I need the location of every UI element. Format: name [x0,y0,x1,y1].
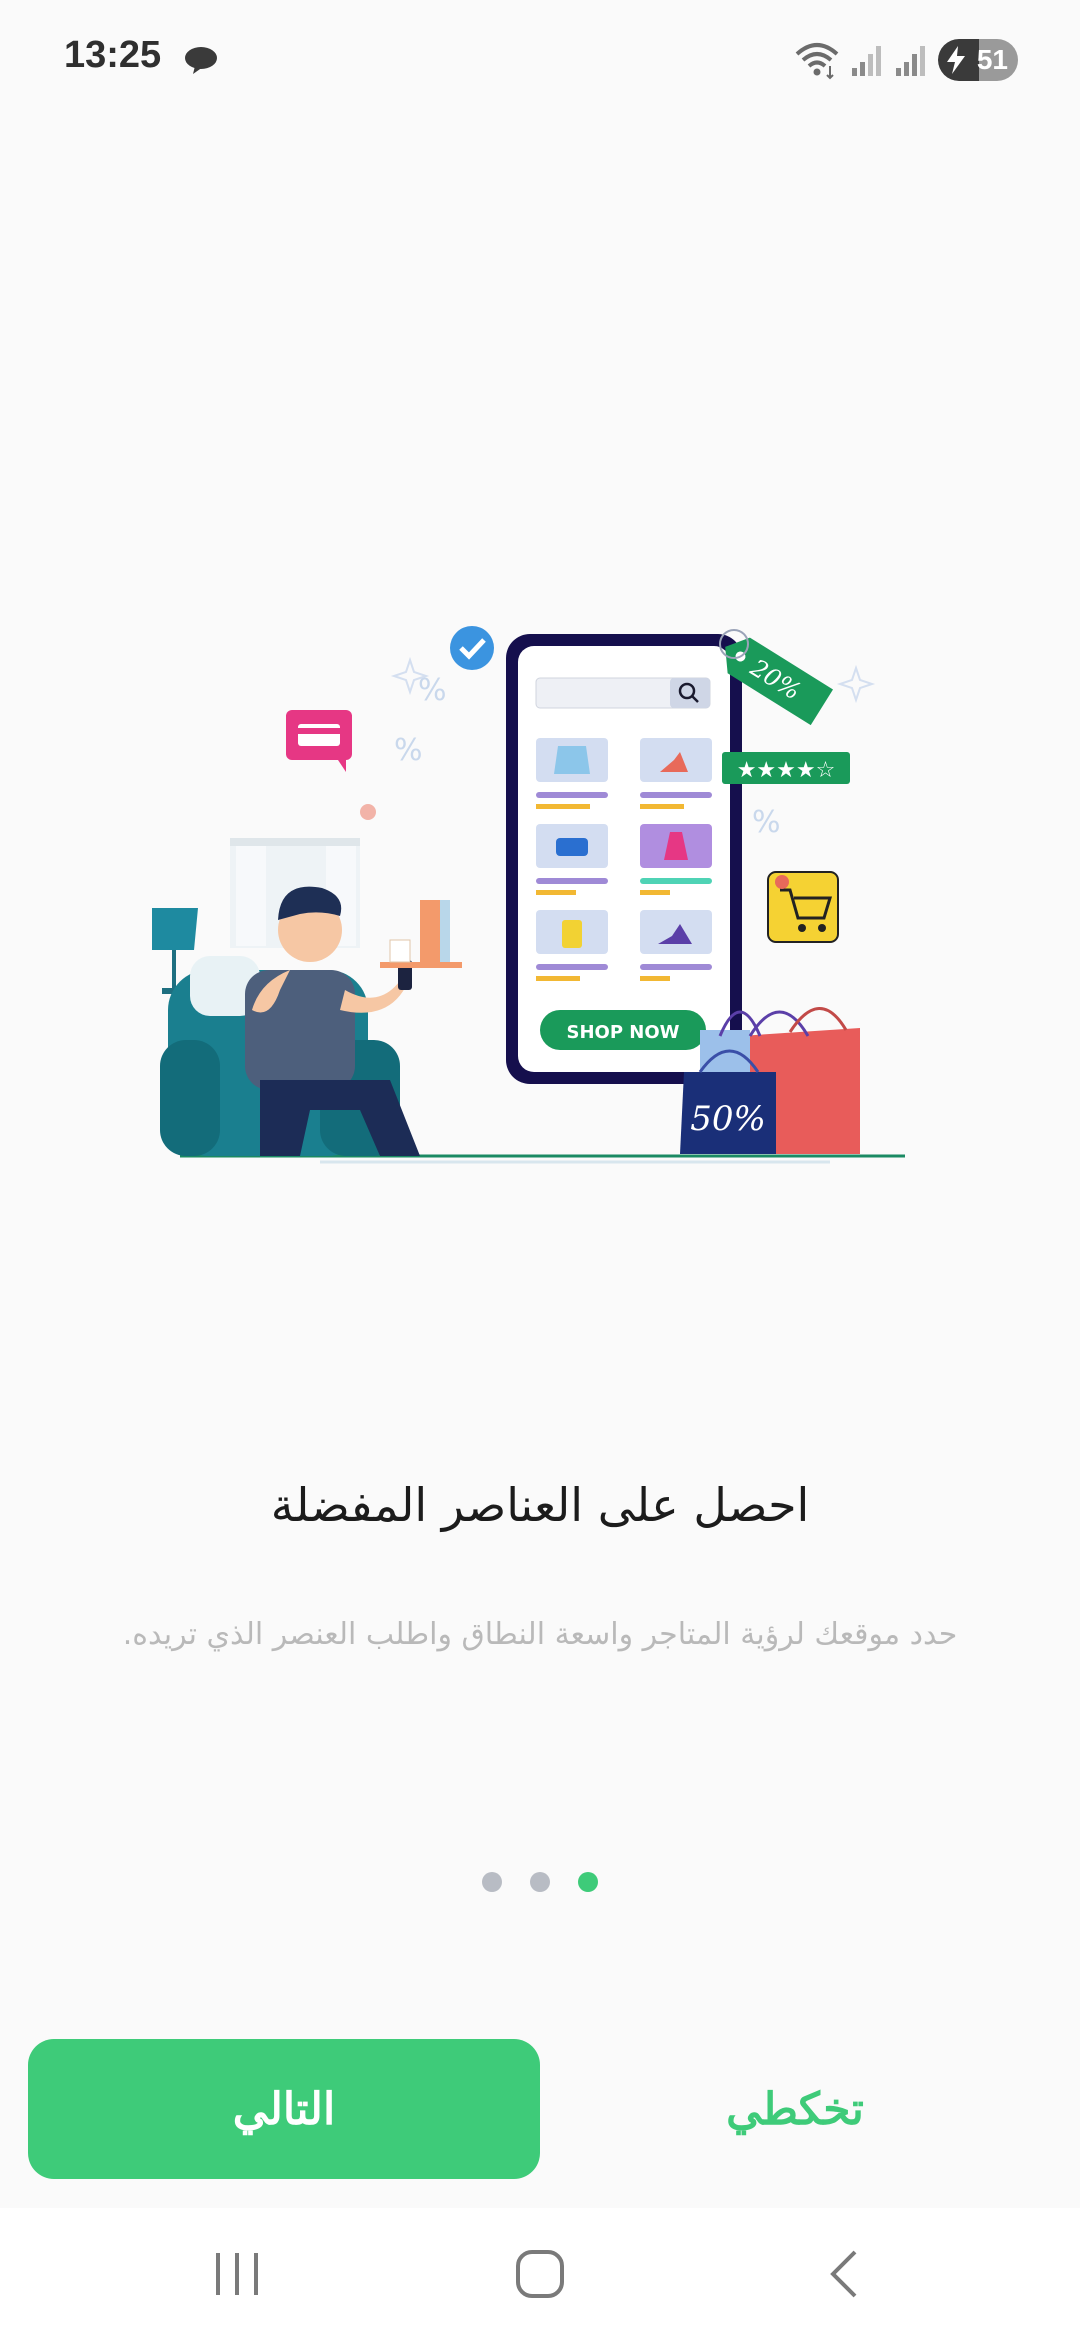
onboarding-description: حدد موقعك لرؤية المتاجر واسعة النطاق واط… [122,1617,958,1652]
signal-icon [896,46,925,76]
page-indicator [0,1872,1080,1892]
onboarding-title: احصل على العناصر المفضلة [270,1478,810,1532]
status-time: 13:25 [64,34,162,76]
battery-charging-icon [947,46,965,74]
back-button[interactable] [763,2208,923,2340]
status-bar: 13:25 51 [0,0,1080,120]
battery-indicator: 51 [938,39,1018,81]
recent-apps-icon [216,2253,258,2295]
home-button[interactable] [460,2208,620,2340]
svg-text:★★★★☆: ★★★★☆ [737,758,836,783]
system-nav-bar [0,2208,1080,2340]
chat-bubble-icon [185,47,217,74]
status-icons: 51 [794,38,1018,82]
back-icon [830,2250,857,2298]
lamp [152,908,198,950]
svg-text:%: % [394,733,423,768]
person [245,970,355,1090]
battery-level: 51 [976,44,1008,75]
skip-button[interactable]: تخكطي [640,2039,950,2179]
onboarding-illustration: % % % SHOP NOW 20% ★★★★☆ 50% [152,626,905,1164]
check-badge-icon [450,626,494,670]
svg-text:50%: 50% [690,1099,766,1139]
wifi-icon [795,43,839,80]
home-icon [516,2250,564,2298]
signal-icon [852,46,881,76]
svg-text:%: % [752,805,781,840]
recent-apps-button[interactable] [157,2208,317,2340]
shop-now-label: SHOP NOW [566,1022,679,1043]
next-button[interactable]: التالي [28,2039,540,2179]
page-dot-2 [530,1872,550,1892]
page-dot-3-active [578,1872,598,1892]
page-dot-1 [482,1872,502,1892]
